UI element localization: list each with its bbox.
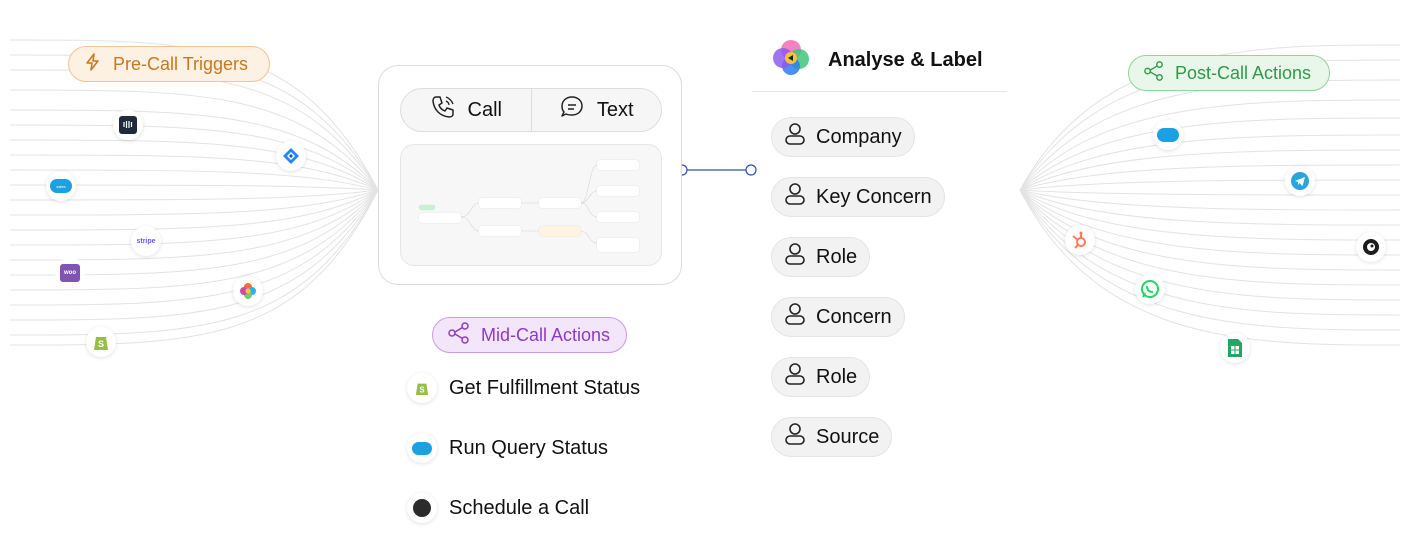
- fan-line: [1019, 179, 1401, 191]
- label-chip-text: Role: [816, 365, 858, 388]
- preview-status-chip: [419, 205, 435, 210]
- preview-node: [479, 198, 521, 208]
- user-icon: [784, 362, 806, 392]
- pipedrive-icon[interactable]: [233, 276, 263, 306]
- label-chip-role-2[interactable]: Role: [771, 357, 871, 397]
- preview-node: [539, 198, 581, 208]
- label-chip-text: Key Concern: [816, 185, 932, 208]
- preview-node: [479, 226, 521, 236]
- analyse-divider: [752, 91, 1007, 92]
- chat-bubble-icon: [559, 94, 585, 126]
- lightning-icon: [83, 52, 103, 77]
- preview-node: [597, 160, 639, 170]
- action-label: Get Fulfillment Status: [449, 376, 641, 399]
- label-chip-text: Role: [816, 245, 858, 268]
- shopify-icon: S: [407, 373, 437, 403]
- action-schedule-a-call[interactable]: Schedule a Call: [407, 493, 589, 523]
- fan-line: [1019, 149, 1401, 191]
- preview-node: [539, 226, 581, 236]
- intercom-icon[interactable]: [113, 110, 143, 140]
- analyse-label-header: Analyse & Label: [772, 38, 983, 82]
- calendar-app-icon: [407, 493, 437, 523]
- text-tab[interactable]: Text: [530, 89, 662, 131]
- channel-toggle[interactable]: Call Text: [400, 88, 662, 132]
- pre-call-triggers-pill[interactable]: Pre-Call Triggers: [68, 46, 270, 82]
- fan-line: [1019, 189, 1401, 346]
- preview-node: [597, 238, 639, 252]
- jira-icon[interactable]: [276, 141, 306, 171]
- stripe-icon[interactable]: stripe: [131, 226, 161, 256]
- phone-icon: [430, 94, 456, 126]
- label-chip-text: Company: [816, 125, 902, 148]
- action-label: Run Query Status: [449, 436, 608, 459]
- user-icon: [784, 242, 806, 272]
- google-sheets-icon[interactable]: [1220, 333, 1250, 363]
- fan-line: [9, 189, 379, 306]
- svg-text:S: S: [419, 385, 424, 394]
- label-chip-key-concern[interactable]: Key Concern: [771, 177, 945, 217]
- preview-node: [597, 212, 639, 222]
- fan-line: [1019, 99, 1401, 191]
- analyse-logo-icon: [772, 38, 810, 82]
- preview-node: [597, 186, 639, 196]
- mid-call-label: Mid-Call Actions: [481, 324, 611, 345]
- label-chip-role[interactable]: Role: [771, 237, 871, 277]
- post-call-label: Post-Call Actions: [1175, 62, 1312, 83]
- action-get-fulfillment-status[interactable]: S Get Fulfillment Status: [407, 373, 640, 403]
- pre-call-label: Pre-Call Triggers: [113, 53, 249, 74]
- share-nodes-icon: [1143, 60, 1165, 87]
- post-call-actions-pill[interactable]: Post-Call Actions: [1128, 55, 1330, 91]
- conversation-card: Call Text: [378, 65, 682, 285]
- shopify-icon[interactable]: S: [86, 327, 116, 357]
- workflow-preview: [400, 144, 662, 266]
- user-icon: [784, 122, 806, 152]
- label-chip-text: Concern: [816, 305, 892, 328]
- preview-start-node: [419, 213, 461, 223]
- call-tab-label: Call: [467, 98, 502, 121]
- fan-line: [9, 189, 379, 321]
- salesforce-icon: [407, 433, 437, 463]
- hubspot-icon[interactable]: [1065, 225, 1095, 255]
- label-chip-source[interactable]: Source: [771, 417, 893, 457]
- salesforce-icon[interactable]: sales: [46, 171, 76, 201]
- fan-line: [1019, 117, 1401, 191]
- connector-node-right: [745, 164, 757, 176]
- share-nodes-icon: [447, 321, 471, 350]
- user-icon: [784, 302, 806, 332]
- fan-line: [1019, 164, 1401, 191]
- analyse-title: Analyse & Label: [828, 48, 983, 71]
- action-run-query-status[interactable]: Run Query Status: [407, 433, 608, 463]
- label-chip-company[interactable]: Company: [771, 117, 915, 157]
- salesforce-icon[interactable]: [1153, 120, 1183, 150]
- mid-call-actions-pill[interactable]: Mid-Call Actions: [432, 317, 627, 353]
- fan-line: [9, 189, 379, 261]
- mailchimp-icon[interactable]: [1356, 232, 1386, 262]
- fan-line: [1019, 189, 1401, 196]
- telegram-icon[interactable]: [1285, 166, 1315, 196]
- woocommerce-icon[interactable]: woo: [55, 258, 85, 288]
- fan-line: [1019, 189, 1401, 331]
- whatsapp-icon[interactable]: [1135, 274, 1165, 304]
- call-tab[interactable]: Call: [401, 89, 531, 131]
- action-label: Schedule a Call: [449, 496, 590, 519]
- label-chip-concern[interactable]: Concern: [771, 297, 905, 337]
- label-chip-text: Source: [816, 425, 880, 448]
- user-icon: [784, 422, 806, 452]
- user-icon: [784, 182, 806, 212]
- fan-line: [1019, 134, 1401, 191]
- text-tab-label: Text: [596, 98, 634, 121]
- svg-text:S: S: [98, 339, 104, 349]
